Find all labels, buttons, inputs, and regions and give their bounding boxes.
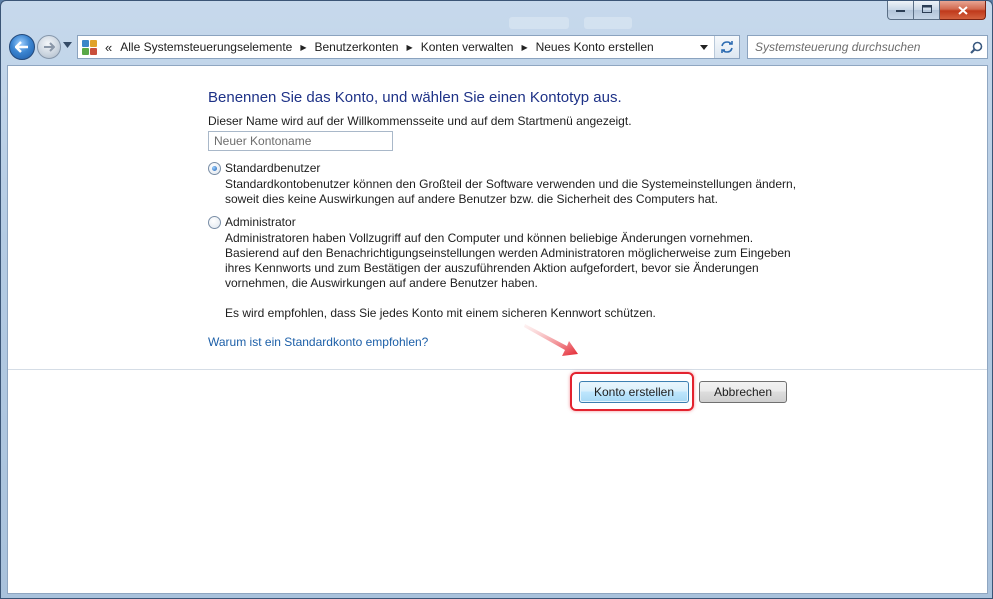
- description-line: Standardkontobenutzer können den Großtei…: [225, 177, 797, 191]
- breadcrumb-separator-icon[interactable]: ▶: [407, 43, 413, 52]
- title-bar-glass: [584, 17, 632, 29]
- address-bar[interactable]: « Alle Systemsteuerungselemente ▶ Benutz…: [77, 35, 740, 59]
- administrator-radio[interactable]: [208, 215, 221, 229]
- divider: [8, 369, 987, 370]
- search-icon[interactable]: [965, 36, 987, 58]
- standard-user-label[interactable]: Standardbenutzer: [225, 161, 320, 175]
- search-input[interactable]: [748, 37, 965, 57]
- breadcrumb-create-new-account[interactable]: Neues Konto erstellen: [536, 40, 654, 54]
- forward-button[interactable]: [37, 35, 61, 59]
- breadcrumb-separator-icon[interactable]: ▶: [300, 43, 306, 52]
- arrow-right-icon: [44, 42, 55, 52]
- breadcrumb-separator-icon[interactable]: ▶: [521, 43, 527, 52]
- arrow-left-icon: [15, 41, 28, 53]
- recommendation-text: Es wird empfohlen, dass Sie jedes Konto …: [225, 306, 656, 320]
- option-standard-user[interactable]: Standardbenutzer: [208, 161, 320, 175]
- back-button[interactable]: [9, 34, 35, 60]
- description-line: Administratoren haben Vollzugriff auf de…: [225, 231, 754, 245]
- close-button[interactable]: [940, 1, 986, 20]
- account-name-hint: Dieser Name wird auf der Willkommensseit…: [208, 114, 632, 128]
- caption-buttons: [887, 1, 986, 21]
- maximize-icon: [921, 4, 932, 16]
- create-account-button[interactable]: Konto erstellen: [579, 381, 689, 403]
- control-panel-icon: [81, 39, 99, 55]
- minimize-button[interactable]: [887, 1, 914, 20]
- standard-user-radio[interactable]: [208, 161, 221, 175]
- maximize-button[interactable]: [914, 1, 940, 20]
- search-box[interactable]: [747, 35, 988, 59]
- description-line: soweit dies keine Auswirkungen auf ander…: [225, 192, 718, 206]
- refresh-button[interactable]: [714, 36, 739, 58]
- recent-pages-button[interactable]: [63, 40, 72, 50]
- page-title: Benennen Sie das Konto, und wählen Sie e…: [208, 89, 622, 106]
- description-line: Basierend auf den Benachrichtigungseinst…: [225, 246, 791, 260]
- annotation-arrow-icon: [524, 324, 578, 356]
- explorer-window: « Alle Systemsteuerungselemente ▶ Benutz…: [0, 0, 993, 599]
- standard-user-description: Standardkontobenutzer können den Großtei…: [225, 177, 805, 207]
- administrator-description: Administratoren haben Vollzugriff auf de…: [225, 231, 805, 291]
- radio-selected-dot: [212, 165, 217, 171]
- option-administrator[interactable]: Administrator: [208, 215, 296, 229]
- account-name-input[interactable]: [208, 131, 393, 151]
- administrator-label[interactable]: Administrator: [225, 215, 296, 229]
- why-standard-account-link[interactable]: Warum ist ein Standardkonto empfohlen?: [208, 335, 428, 349]
- description-line: ihres Kennworts und zum Bestätigen der a…: [225, 261, 759, 275]
- breadcrumb-manage-accounts[interactable]: Konten verwalten: [421, 40, 514, 54]
- close-icon: [957, 3, 968, 18]
- breadcrumb-all-control-panel-items[interactable]: Alle Systemsteuerungselemente: [120, 40, 292, 54]
- chevron-down-icon: [700, 44, 708, 50]
- minimize-icon: [896, 4, 905, 16]
- chevron-down-icon: [63, 42, 72, 48]
- refresh-icon: [721, 41, 733, 53]
- cancel-button[interactable]: Abbrechen: [699, 381, 787, 403]
- password-recommendation: Es wird empfohlen, dass Sie jedes Konto …: [225, 306, 805, 321]
- content-pane: Benennen Sie das Konto, und wählen Sie e…: [7, 65, 988, 594]
- address-dropdown-button[interactable]: [695, 36, 713, 58]
- navigation-bar: « Alle Systemsteuerungselemente ▶ Benutz…: [1, 31, 992, 63]
- breadcrumb-overflow[interactable]: «: [105, 40, 112, 55]
- breadcrumb-user-accounts[interactable]: Benutzerkonten: [314, 40, 398, 54]
- title-bar-glass: [509, 17, 569, 29]
- description-line: vornehmen, die Auswirkungen auf andere B…: [225, 276, 538, 290]
